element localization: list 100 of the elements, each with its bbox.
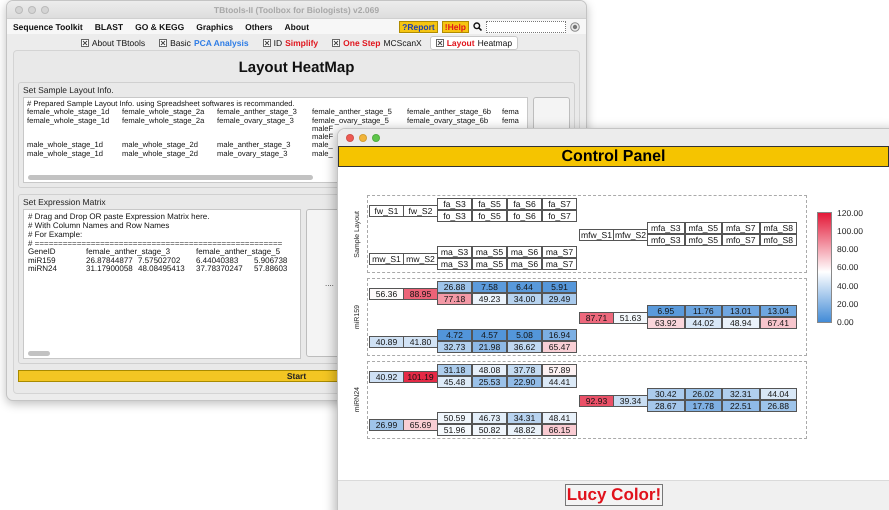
heatmap-cell: 66.15: [542, 424, 577, 436]
heatmap-cell: 57.89: [542, 364, 577, 376]
search-field[interactable]: [486, 20, 566, 32]
heatmap-cell: 4.72: [437, 329, 472, 341]
sample-cell: mfa_S7: [722, 222, 760, 234]
heatmap-cell: 56.36: [369, 288, 404, 300]
heatmap-cell: 5.08: [507, 329, 542, 341]
tab[interactable]: ID Simplify: [256, 36, 324, 50]
comment-line: # =====================================================: [28, 239, 284, 248]
heatmap-cell: 40.92: [369, 370, 404, 382]
heatmap-cell: 16.94: [542, 329, 577, 341]
sample-cell: fa_S5: [472, 198, 507, 210]
heatmap-cell: 6.44: [507, 281, 542, 293]
heatmap-cell: 88.95: [403, 288, 438, 300]
heatmap-cell: 26.88: [760, 400, 797, 412]
maximize-icon[interactable]: [372, 134, 380, 142]
matrix-text: miR159: [28, 256, 56, 265]
sample-cell: mw_S2: [403, 252, 438, 264]
heatmap-cell: 5.91: [542, 281, 577, 293]
heatmap-cell: 26.02: [684, 388, 722, 400]
heatmap-cell: 40.89: [369, 336, 404, 348]
close-icon[interactable]: [159, 39, 168, 47]
heatmap-cell: 48.94: [722, 317, 760, 329]
heatmap-cell: 50.59: [437, 412, 472, 424]
sample-cell: fo_S5: [472, 210, 507, 222]
sample-cell: mfa_S3: [647, 222, 684, 234]
sample-cell: fo_S7: [542, 210, 577, 222]
scale-tick-label: 0.00: [837, 318, 855, 327]
matrix-text: GeneID: [28, 248, 56, 257]
heatmap-cell: 13.04: [760, 305, 797, 317]
window-title: TBtools-II (Toolbox for Biologists) v2.069: [212, 4, 380, 14]
scale-tick-label: 20.00: [837, 300, 860, 309]
tab[interactable]: Basic PCA Analysis: [153, 36, 255, 50]
panel-title: Set Expression Matrix: [23, 197, 106, 207]
heatmap-cell: 30.42: [647, 388, 684, 400]
heatmap-cell: 50.82: [472, 424, 507, 436]
tab[interactable]: About TBtools: [74, 36, 152, 50]
tab[interactable]: One Step MCScanX: [326, 36, 428, 50]
sample-cell: ma_S7: [542, 258, 577, 270]
sample-cell: fo_S3: [437, 210, 472, 222]
heatmap-cell: 101.19: [403, 370, 438, 382]
menu-item[interactable]: Sequence Toolkit: [13, 22, 83, 32]
heatmap-cell: 17.78: [684, 400, 722, 412]
menu-item[interactable]: Graphics: [196, 22, 234, 32]
close-icon[interactable]: [332, 39, 340, 47]
comment-line: # Drag and Drop OR paste Expression Matrix here.: [28, 212, 210, 221]
sample-cell: mfo_S5: [684, 234, 722, 246]
menu-item[interactable]: About: [284, 22, 310, 32]
heatmap-cell: 26.99: [369, 418, 404, 430]
heatmap-cell: 63.92: [647, 317, 684, 329]
heatmap-cell: 22.90: [507, 376, 542, 388]
heatmap-cell: 44.02: [684, 317, 722, 329]
report-button[interactable]: ?Report: [399, 20, 438, 32]
menu-item[interactable]: BLAST: [94, 22, 124, 32]
matrix-text: 48.08495413: [138, 265, 185, 274]
sample-cell: mfo_S7: [722, 234, 760, 246]
scrollbar-thumb[interactable]: [28, 351, 50, 356]
heatmap-cell: 77.18: [437, 293, 472, 305]
matrix-text: 6.44040383: [196, 256, 238, 265]
scale-tick-label: 100.00: [837, 227, 863, 236]
close-icon[interactable]: [436, 39, 444, 47]
tab[interactable]: Layout Heatmap: [430, 36, 518, 50]
sample-cell: fo_S6: [507, 210, 542, 222]
scrollbar-thumb[interactable]: [28, 175, 313, 180]
sample-cell: mfa_S8: [760, 222, 797, 234]
menu-item[interactable]: Others: [245, 22, 272, 32]
close-icon[interactable]: [262, 39, 271, 47]
heatmap-cell: 44.04: [760, 388, 797, 400]
heatmap-cell: 51.63: [613, 312, 648, 324]
sample-cell: fw_S2: [403, 204, 438, 216]
sample-cell: ma_S5: [472, 258, 507, 270]
matrix-text: 7.57502702: [138, 256, 180, 265]
heatmap-cell: 34.31: [507, 412, 542, 424]
sample-cell: fa_S3: [437, 198, 472, 210]
sample-cell: fw_S1: [369, 204, 404, 216]
close-icon[interactable]: [80, 39, 89, 47]
sample-cell: mfo_S3: [647, 234, 684, 246]
matrix-text: female_anther_stage_3: [86, 248, 170, 257]
heatmap-cell: 4.57: [472, 329, 507, 341]
heatmap-cell: 32.31: [722, 388, 760, 400]
radio-icon[interactable]: [570, 22, 580, 32]
heatmap-cell: 48.08: [472, 364, 507, 376]
sample-cell: fa_S7: [542, 198, 577, 210]
matrix-text-area[interactable]: [23, 209, 301, 359]
color-button[interactable]: Lucy Color!: [564, 484, 664, 506]
search-icon[interactable]: [473, 22, 482, 31]
heatmap-cell: 87.71: [579, 312, 614, 324]
sample-cell: mfw_S1: [579, 228, 614, 240]
comment-line: # For Example:: [28, 230, 84, 239]
matrix-text: miRN24: [28, 265, 57, 274]
heatmap-cell: 34.00: [507, 293, 542, 305]
matrix-text: 5.906738: [254, 256, 288, 265]
menu-item[interactable]: GO & KEGG: [135, 22, 184, 32]
scale-tick-label: 40.00: [837, 282, 860, 291]
sample-cell: mfw_S2: [613, 228, 648, 240]
heatmap-cell: 29.49: [542, 293, 577, 305]
heatmap-cell: 21.98: [472, 341, 507, 353]
heatmap-cell: 26.88: [437, 281, 472, 293]
sample-cell: ma_S6: [507, 246, 542, 258]
matrix-text: 31.17900058: [86, 265, 133, 274]
